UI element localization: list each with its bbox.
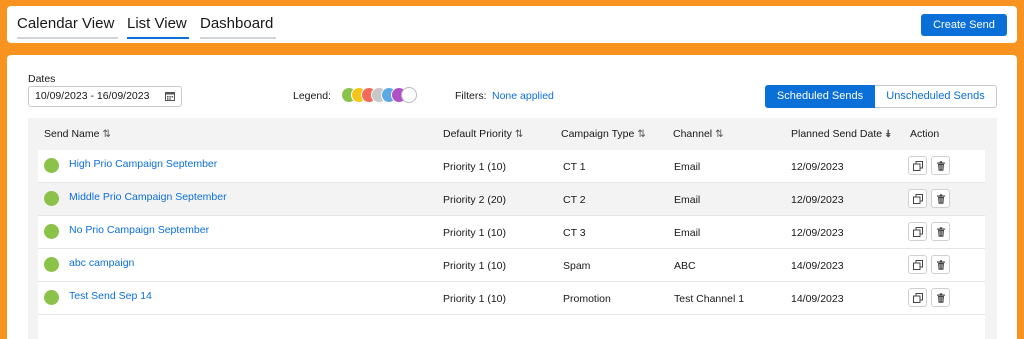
sort-icon[interactable]: ⇅ [637,129,645,140]
date-range-input[interactable]: 10/09/2023 - 16/09/2023 [28,86,182,107]
tab-list-view[interactable]: List View [127,15,187,32]
priority-cell: Priority 1 (10) [443,227,507,239]
legend-dot [401,87,417,103]
tab-underline [17,37,118,39]
channel-cell: Email [674,161,701,173]
status-dot [44,224,59,239]
channel-cell: Email [674,227,701,239]
tab-underline [200,37,276,39]
clone-button[interactable] [908,222,927,241]
list-view-panel: Dates 10/09/2023 - 16/09/2023 Legend: Fi… [7,55,1017,339]
delete-button[interactable] [931,189,950,208]
delete-button[interactable] [931,156,950,175]
priority-cell: Priority 1 (10) [443,161,507,173]
table-row[interactable]: Middle Prio Campaign September Priority 2… [38,183,985,216]
status-dot [44,191,59,206]
filters-label: Filters: [455,90,487,102]
delete-button[interactable] [931,288,950,307]
clone-button[interactable] [908,255,927,274]
status-dot [44,158,59,173]
planned-date-cell: 14/09/2023 [791,293,844,305]
campaign-type-cell: CT 3 [563,227,586,239]
table-header: Send Name ⇅ Default Priority ⇅ Campaign Ty… [28,118,997,150]
legend-label: Legend: [293,90,331,102]
planned-date-cell: 12/09/2023 [791,161,844,173]
table-body: High Prio Campaign September Priority 1 (… [38,150,985,339]
sort-icon[interactable]: ⇅ [715,129,723,140]
sort-icon[interactable]: ⇅ [102,129,110,140]
calendar-icon[interactable] [165,91,175,101]
table-row[interactable]: High Prio Campaign September Priority 1 (… [38,150,985,183]
priority-cell: Priority 2 (20) [443,194,507,206]
tab-dashboard[interactable]: Dashboard [200,15,273,32]
scheduled-sends-toggle[interactable]: Scheduled Sends [765,85,875,108]
channel-cell: Test Channel 1 [674,293,745,305]
column-header-campaign-type[interactable]: Campaign Type ⇅ [561,128,646,140]
top-nav-bar: Calendar View List View Dashboard Create… [7,6,1017,43]
table-row[interactable]: No Prio Campaign September Priority 1 (10… [38,216,985,249]
table-row[interactable]: Test Send Sep 14 Priority 1 (10) Promotion… [38,282,985,315]
status-dot [44,257,59,272]
sends-table: Send Name ⇅ Default Priority ⇅ Campaign Ty… [28,118,997,339]
unscheduled-sends-toggle[interactable]: Unscheduled Sends [875,85,997,108]
table-row[interactable]: abc campaign Priority 1 (10) Spam ABC 14/09/… [38,249,985,282]
planned-date-cell: 12/09/2023 [791,194,844,206]
tab-underline-active [127,37,189,39]
channel-cell: ABC [674,260,696,272]
clone-button[interactable] [908,288,927,307]
campaign-type-cell: CT 1 [563,161,586,173]
priority-cell: Priority 1 (10) [443,293,507,305]
priority-cell: Priority 1 (10) [443,260,507,272]
legend-color-dots[interactable] [341,87,421,103]
planned-date-cell: 14/09/2023 [791,260,844,272]
column-header-send-name[interactable]: Send Name ⇅ [44,128,111,140]
clone-button[interactable] [908,156,927,175]
column-header-priority[interactable]: Default Priority ⇅ [443,128,523,140]
filters-link[interactable]: None applied [492,90,554,102]
column-header-action: Action [910,128,940,140]
send-name-link[interactable]: High Prio Campaign September [69,158,217,170]
sort-icon[interactable]: ⇅ [515,129,523,140]
send-name-link[interactable]: No Prio Campaign September [69,224,209,236]
campaign-type-cell: Promotion [563,293,611,305]
column-header-channel[interactable]: Channel ⇅ [673,128,724,140]
tab-calendar-view[interactable]: Calendar View [17,15,114,32]
send-name-link[interactable]: Test Send Sep 14 [69,290,152,302]
sort-desc-icon[interactable]: ⯯ [885,129,891,140]
clone-button[interactable] [908,189,927,208]
send-name-link[interactable]: Middle Prio Campaign September [69,191,227,203]
delete-button[interactable] [931,255,950,274]
planned-date-cell: 12/09/2023 [791,227,844,239]
column-header-planned-date[interactable]: Planned Send Date ⯯ [791,128,891,140]
create-send-button[interactable]: Create Send [921,14,1007,36]
date-range-value: 10/09/2023 - 16/09/2023 [35,90,150,102]
dates-label: Dates [28,73,56,85]
channel-cell: Email [674,194,701,206]
campaign-type-cell: CT 2 [563,194,586,206]
send-name-link[interactable]: abc campaign [69,257,134,269]
table-empty-area [38,315,985,339]
status-dot [44,290,59,305]
campaign-type-cell: Spam [563,260,591,272]
delete-button[interactable] [931,222,950,241]
